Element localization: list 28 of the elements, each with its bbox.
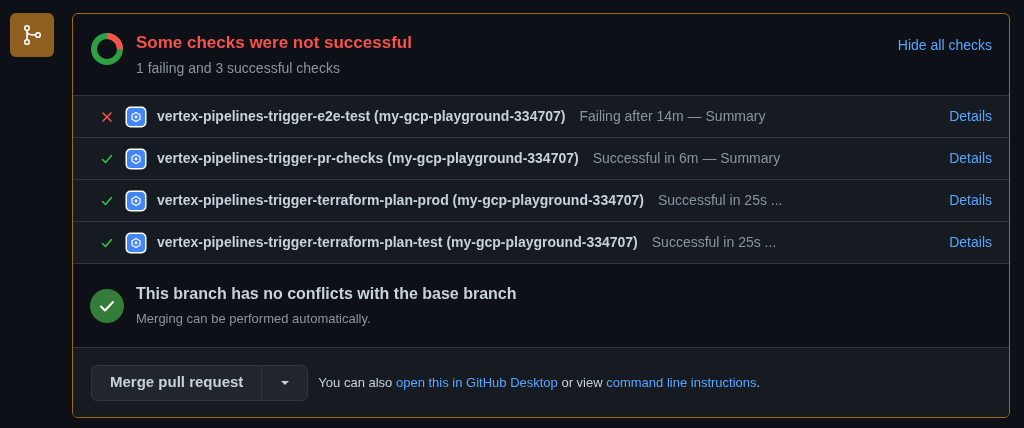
app-logo-icon — [125, 105, 147, 128]
details-link[interactable]: Details — [949, 148, 992, 169]
merge-icon — [10, 13, 54, 57]
caret-icon — [279, 379, 290, 386]
success-check-icon — [90, 288, 124, 323]
check-name: vertex-pipelines-trigger-terraform-plan-test (my-gcp-playground-334707) — [157, 233, 638, 252]
details-link[interactable]: Details — [949, 106, 992, 127]
check-description: Successful in 25s ... — [658, 191, 784, 210]
alternatives-note: You can also open this in GitHub Desktop or view command line instructions. — [318, 373, 761, 392]
details-link[interactable]: Details — [949, 190, 992, 211]
checks-title: Some checks were not successful — [136, 32, 413, 54]
check-name: vertex-pipelines-trigger-e2e-test (my-gcp-playground-334707) — [157, 107, 566, 126]
app-logo-icon — [125, 231, 147, 254]
check-description: Successful in 25s ... — [651, 233, 778, 252]
details-link[interactable]: Details — [949, 232, 992, 253]
note-link[interactable]: command line instructions — [606, 374, 757, 390]
checks-summary: 1 failing and 3 successful checks — [136, 59, 341, 78]
check-description: Successful in 6m — Summary — [592, 149, 782, 168]
merge-status-subtitle: Merging can be performed automatically. — [136, 310, 372, 329]
app-logo-icon — [125, 147, 147, 170]
check-name: vertex-pipelines-trigger-terraform-plan-prod (my-gcp-playground-334707) — [157, 191, 644, 210]
hide-checks-link[interactable]: Hide all checks — [897, 35, 992, 56]
app-logo-icon — [125, 189, 147, 212]
note-link[interactable]: open this in GitHub Desktop — [395, 374, 558, 390]
check-description: Failing after 14m — Summary — [579, 107, 767, 126]
check-name: vertex-pipelines-trigger-pr-checks (my-gcp-playground-334707) — [157, 149, 579, 168]
merge-status-title: This branch has no conflicts with the base branch — [136, 284, 517, 305]
status-ring-icon — [90, 32, 124, 66]
